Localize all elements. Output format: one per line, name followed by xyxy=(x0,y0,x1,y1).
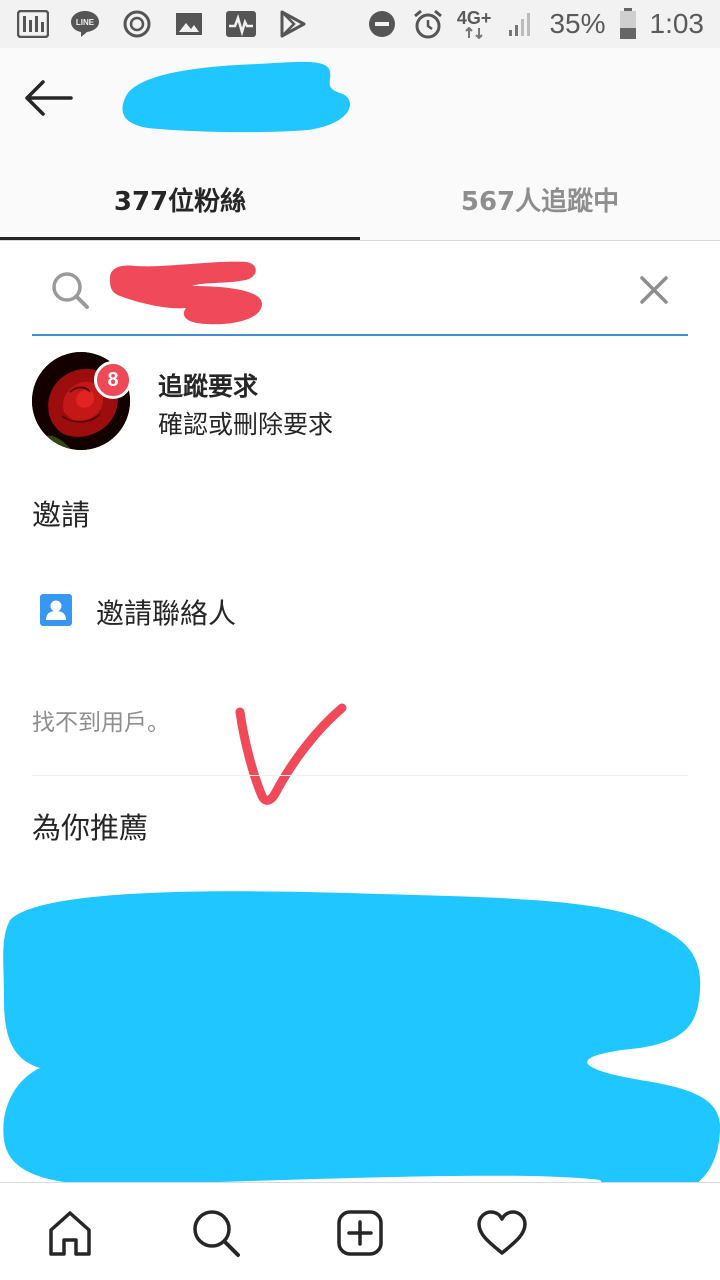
invite-contacts-button[interactable]: 邀請聯絡人 xyxy=(0,570,720,654)
camera-app-icon xyxy=(120,7,154,41)
close-icon xyxy=(640,276,668,304)
contact-person-icon xyxy=(40,594,72,626)
nav-activity[interactable] xyxy=(472,1203,532,1263)
battery-percent: 35% xyxy=(549,8,606,39)
equalizer-icon xyxy=(16,7,50,41)
clock: 1:03 xyxy=(649,8,705,39)
battery-icon xyxy=(618,7,638,41)
search-query-redaction xyxy=(110,261,262,325)
bottom-navigation xyxy=(0,1182,720,1280)
invite-heading: 邀請 xyxy=(32,498,91,532)
signal-icon xyxy=(503,7,537,41)
tab-following[interactable]: 567人追蹤中 xyxy=(360,158,720,240)
image-icon xyxy=(172,7,206,41)
back-button[interactable] xyxy=(20,70,76,126)
recommended-heading: 為你推薦 xyxy=(32,811,149,845)
svg-text:LINE: LINE xyxy=(76,18,95,27)
header-divider xyxy=(0,240,720,241)
alarm-icon xyxy=(411,7,445,41)
follow-requests-title: 追蹤要求 xyxy=(158,372,259,401)
section-divider xyxy=(32,775,688,776)
tab-followers[interactable]: 377位粉絲 xyxy=(0,158,360,240)
checkmark-annotation xyxy=(235,703,347,805)
activity-icon xyxy=(224,7,258,41)
network-icon: 4G+ xyxy=(457,9,491,39)
request-count-badge: 8 xyxy=(94,361,132,399)
follow-requests-row[interactable]: 8 追蹤要求 確認或刪除要求 xyxy=(0,345,720,457)
new-post-icon xyxy=(337,1210,383,1256)
nav-new-post[interactable] xyxy=(330,1203,390,1263)
username-redaction xyxy=(122,61,350,133)
no-users-found-text: 找不到用戶。 xyxy=(32,710,170,736)
home-icon xyxy=(49,1211,91,1256)
do-not-disturb-icon xyxy=(365,7,399,41)
follow-requests-subtitle: 確認或刪除要求 xyxy=(158,410,334,439)
nav-home[interactable] xyxy=(40,1203,100,1263)
profile-header: 377位粉絲 567人追蹤中 xyxy=(0,48,720,240)
search-icon xyxy=(193,1210,240,1257)
activity-heart-icon xyxy=(477,1210,527,1255)
search-icon xyxy=(50,270,90,314)
clear-search-button[interactable] xyxy=(634,270,674,310)
search-bar xyxy=(32,250,688,336)
invite-contacts-label: 邀請聯絡人 xyxy=(96,597,237,630)
play-store-icon xyxy=(276,7,310,41)
status-bar: LINE 4G+ 35% 1:03 xyxy=(0,0,720,48)
arrow-left-icon xyxy=(25,80,73,116)
line-app-icon: LINE xyxy=(68,7,102,41)
nav-search[interactable] xyxy=(186,1203,246,1263)
